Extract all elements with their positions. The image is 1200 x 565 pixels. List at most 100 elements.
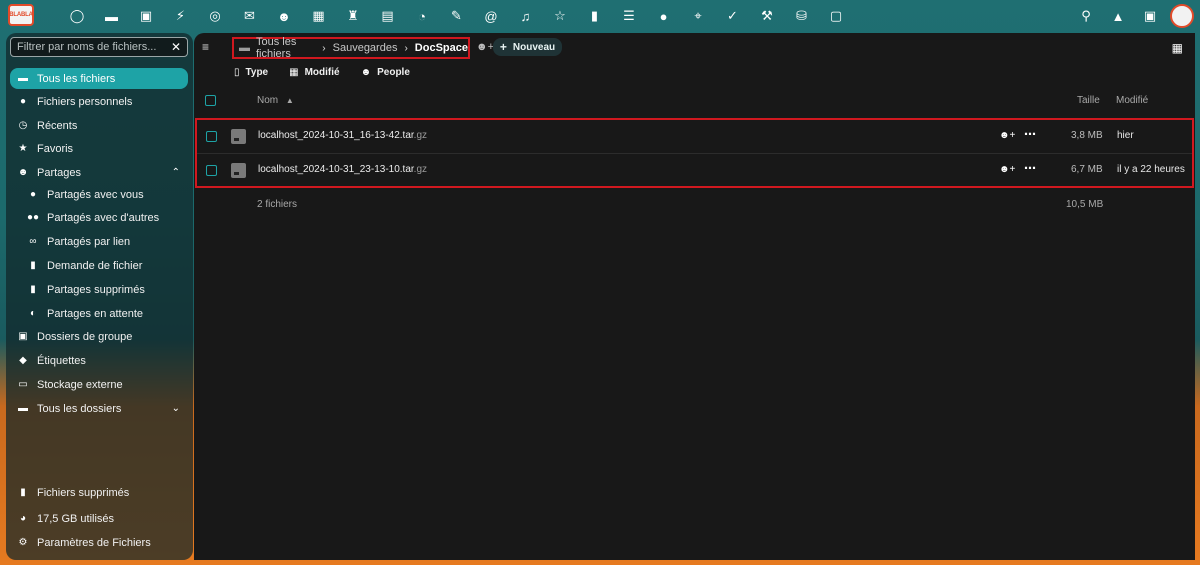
header-right: ⚲ ▲ ▣: [1070, 0, 1194, 32]
activity-icon[interactable]: ⚡: [168, 0, 194, 32]
sidebar-item-pending-shares[interactable]: ◐ Partages en attente: [10, 303, 188, 324]
chevron-down-icon[interactable]: ⌄: [172, 403, 180, 414]
sidebar-item-label: Partagés avec d'autres: [47, 211, 160, 224]
maps-icon[interactable]: ●: [651, 0, 677, 32]
files-settings[interactable]: ⚙ Paramètres de Fichiers: [10, 532, 188, 553]
starred-icon[interactable]: ☆: [547, 0, 573, 32]
storage-usage[interactable]: ◕ 17,5 GB utilisés: [10, 508, 188, 529]
more-actions-icon[interactable]: ⋯: [1024, 161, 1036, 175]
notifications-icon[interactable]: ▲: [1102, 0, 1134, 32]
sidebar-item-label: Partagés avec vous: [47, 188, 144, 201]
music-icon[interactable]: ♫: [513, 0, 539, 32]
sidebar-item-shares[interactable]: ☻ Partages ⌃: [10, 162, 188, 183]
sort-asc-icon: ▲: [285, 96, 294, 105]
file-name[interactable]: localhost_2024-10-31_16-13-42.tar.gz: [258, 130, 427, 141]
filter-type[interactable]: ▯ Type: [234, 67, 268, 78]
files-icon[interactable]: ▬: [99, 0, 125, 32]
chevron-up-icon[interactable]: ⌃: [172, 167, 180, 178]
file-count-summary: 2 fichiers: [257, 199, 298, 210]
column-modified[interactable]: Modifié: [1116, 95, 1148, 106]
new-button[interactable]: + Nouveau: [493, 38, 562, 56]
contacts-menu-icon[interactable]: ▣: [1134, 0, 1166, 32]
chevron-right-icon: ›: [404, 42, 408, 54]
breadcrumb-item-current[interactable]: DocSpace: [415, 42, 468, 54]
photos-icon[interactable]: ▣: [133, 0, 159, 32]
plus-icon: +: [499, 40, 507, 54]
contacts-icon[interactable]: ☻: [271, 0, 297, 32]
stats-icon[interactable]: ▮: [582, 0, 608, 32]
sidebar-item-personal-files[interactable]: ● Fichiers personnels: [10, 91, 188, 112]
deck-icon[interactable]: ♜: [340, 0, 366, 32]
cookbook-icon[interactable]: ⚒: [754, 0, 780, 32]
sidebar-item-label: Dossiers de groupe: [37, 330, 133, 343]
filter-input[interactable]: [17, 41, 171, 53]
sidebar-item-tags[interactable]: ◆ Étiquettes: [10, 350, 188, 371]
share-icon[interactable]: ☻+: [999, 164, 1015, 175]
clear-filter-icon[interactable]: ✕: [171, 40, 181, 54]
row-checkbox[interactable]: [206, 165, 217, 176]
chevron-right-icon: ›: [322, 42, 326, 54]
table-row[interactable]: localhost_2024-10-31_16-13-42.tar.gz ☻+ …: [197, 120, 1192, 154]
sidebar-item-group-folders[interactable]: ▣ Dossiers de groupe: [10, 326, 188, 347]
sidebar-item-shared-with-you[interactable]: ● Partagés avec vous: [10, 184, 188, 205]
folder-icon: ▬: [18, 73, 28, 84]
archive-file-icon: [231, 163, 246, 178]
file-name[interactable]: localhost_2024-10-31_23-13-10.tar.gz: [258, 164, 427, 175]
search-icon[interactable]: ⚲: [1070, 0, 1102, 32]
column-name-label: Nom: [257, 95, 279, 106]
avatar[interactable]: [1170, 4, 1194, 28]
sidebar-item-deleted-files[interactable]: ▮ Fichiers supprimés: [10, 482, 188, 503]
sidebar-item-deleted-shares[interactable]: ▮ Partages supprimés: [10, 279, 188, 300]
file-size: 3,8 MB: [1071, 130, 1103, 141]
column-name[interactable]: Nom ▲: [257, 95, 294, 106]
folder-icon: ▬: [239, 42, 250, 54]
breadcrumb-item-all-files[interactable]: Tous les fichiers: [256, 36, 315, 60]
sidebar-item-external-storage[interactable]: ▭ Stockage externe: [10, 374, 188, 395]
row-checkbox[interactable]: [206, 131, 217, 142]
filter-modified[interactable]: ▦ Modifié: [289, 67, 339, 78]
analytics-icon[interactable]: ◔: [409, 0, 435, 32]
trash-icon: ▮: [20, 487, 26, 498]
table-header: Nom ▲ Taille Modifié: [194, 90, 1195, 112]
tasks-icon[interactable]: ☰: [616, 0, 642, 32]
breadcrumb-item-backups[interactable]: Sauvegardes: [333, 42, 398, 54]
dashboard-icon[interactable]: ◯: [64, 0, 90, 32]
sidebar-item-shared-by-link[interactable]: ∞ Partagés par lien: [10, 231, 188, 252]
trash-icon: ▮: [30, 284, 36, 295]
mail-icon[interactable]: ✉: [237, 0, 263, 32]
share-icon: ☻: [17, 167, 29, 178]
filter-people[interactable]: ☻ People: [361, 67, 410, 78]
column-size[interactable]: Taille: [1077, 95, 1100, 106]
top-bar: BLABLA ◯ ▬ ▣ ⚡ ◎ ✉ ☻ ▦ ♜ ▤ ◔ ✎ @ ♫ ☆ ▮ ☰…: [0, 0, 1200, 32]
toggle-navigation-icon[interactable]: ≡: [202, 40, 209, 54]
sidebar-item-recent[interactable]: ◷ Récents: [10, 115, 188, 136]
logo[interactable]: BLABLA: [8, 4, 34, 26]
app-menu: ◯ ▬ ▣ ⚡ ◎ ✉ ☻ ▦ ♜ ▤ ◔ ✎ @ ♫ ☆ ▮ ☰ ● ⌖ ✓ …: [64, 0, 858, 32]
sidebar-item-label: Tous les dossiers: [37, 402, 122, 415]
file-extension: .gz: [413, 164, 428, 175]
sidebar-item-all-files[interactable]: ▬ Tous les fichiers: [10, 68, 188, 89]
grid-view-icon[interactable]: ▦: [1172, 41, 1183, 55]
tag-icon: ◆: [19, 355, 27, 366]
table-row[interactable]: localhost_2024-10-31_23-13-10.tar.gz ☻+ …: [197, 154, 1192, 188]
forms-icon[interactable]: ▤: [375, 0, 401, 32]
sidebar-item-label: Fichiers personnels: [37, 95, 133, 108]
more-actions-icon[interactable]: ⋯: [1024, 127, 1036, 141]
sidebar-item-favorites[interactable]: ★ Favoris: [10, 138, 188, 159]
money-icon[interactable]: ⛁: [789, 0, 815, 32]
sidebar-item-label: Tous les fichiers: [37, 72, 116, 85]
calendar-icon[interactable]: ▦: [306, 0, 332, 32]
news-icon[interactable]: ▢: [823, 0, 849, 32]
sidebar-item-file-request[interactable]: ▮ Demande de fichier: [10, 255, 188, 276]
share-folder-icon[interactable]: ☻+: [476, 41, 494, 53]
share-icon[interactable]: ☻+: [999, 130, 1015, 141]
total-size-summary: 10,5 MB: [1066, 199, 1104, 210]
location-icon[interactable]: ⌖: [685, 0, 711, 32]
select-all-checkbox[interactable]: [205, 95, 216, 106]
sidebar-item-shared-with-others[interactable]: ●● Partagés avec d'autres: [10, 207, 188, 228]
checklist-icon[interactable]: ✓: [720, 0, 746, 32]
sidebar-item-all-folders[interactable]: ▬ Tous les dossiers ⌄: [10, 398, 188, 419]
mastodon-icon[interactable]: @: [478, 0, 504, 32]
talk-icon[interactable]: ◎: [202, 0, 228, 32]
notes-icon[interactable]: ✎: [444, 0, 470, 32]
